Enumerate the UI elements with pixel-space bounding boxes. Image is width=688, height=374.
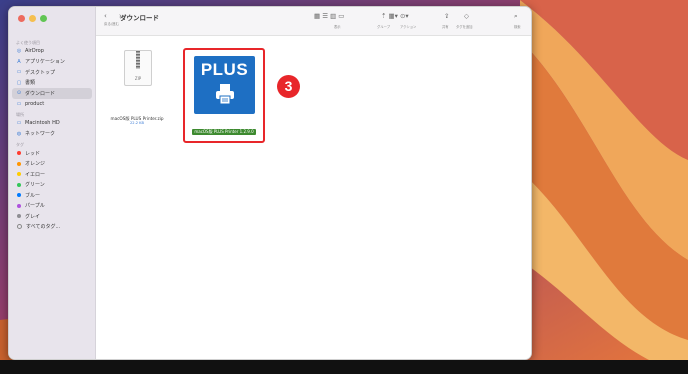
window-title: ダウンロード xyxy=(120,14,159,22)
sidebar-item-label: product xyxy=(25,100,45,107)
sidebar-item-disk[interactable]: ▭ Macintosh HD xyxy=(9,118,95,129)
sidebar-list: よく使う項目 ◎ AirDrop A アプリケーション ▭ デスクトップ ▢ 書類 ⊙ ダウンロード… xyxy=(9,37,95,232)
download-icon: ⊙ xyxy=(16,90,22,97)
sidebar-tag-label: パープル xyxy=(25,203,45,210)
share-button[interactable]: ⇪ xyxy=(444,12,449,20)
sidebar-item-label: アプリケーション xyxy=(25,59,65,66)
tag-color-dot-icon xyxy=(17,172,21,177)
group-button[interactable]: ⇡ ▦▾ ⊙▾ xyxy=(381,12,409,20)
sidebar-tag-item[interactable]: グリーン xyxy=(9,180,95,191)
sidebar-item-label: Macintosh HD xyxy=(25,120,60,127)
sidebar-item-label: デスクトップ xyxy=(25,69,56,76)
sidebar-tag-item[interactable]: レッド xyxy=(9,148,95,159)
sidebar-tag-label: グリーン xyxy=(25,182,45,189)
tag-color-dot-icon xyxy=(17,224,22,230)
finder-sidebar: よく使う項目 ◎ AirDrop A アプリケーション ▭ デスクトップ ▢ 書類 ⊙ ダウンロード… xyxy=(9,7,96,359)
sidebar-tag-item[interactable]: すべてのタグ... xyxy=(9,222,95,233)
tag-color-dot-icon xyxy=(17,182,21,187)
sidebar-item-desktop[interactable]: ▭ デスクトップ xyxy=(9,67,95,78)
zip-file-item[interactable]: macOS版 PLUS Printer.zip 22.2 KB xyxy=(110,116,164,126)
step-number-badge: 3 xyxy=(277,75,300,98)
back-forward-label: 戻る/進む xyxy=(104,22,120,26)
finder-toolbar: ‹ › 戻る/進む ダウンロード ▦ ☰ ▥ ▭ 表示 ⇡ ▦▾ ⊙▾ グループ… xyxy=(96,7,531,36)
tag-color-dot-icon xyxy=(17,151,21,156)
zip-kind-label: ZIP xyxy=(134,76,142,81)
zipper-graphic xyxy=(136,51,140,69)
zip-file-size: 22.2 KB xyxy=(130,121,144,125)
sidebar-tag-label: ブルー xyxy=(25,192,41,199)
search-label: 検索 xyxy=(514,25,521,29)
sidebar-item-label: 書類 xyxy=(25,80,36,87)
tag-color-dot-icon xyxy=(17,214,21,219)
tag-icon[interactable]: ◇ xyxy=(464,12,469,20)
sidebar-item-airdrop[interactable]: ◎ AirDrop xyxy=(9,46,95,57)
sidebar-item-applications[interactable]: A アプリケーション xyxy=(9,57,95,68)
desktop-icon: ▭ xyxy=(16,69,22,76)
sidebar-item-download[interactable]: ⊙ ダウンロード xyxy=(12,88,92,99)
finder-window: よく使う項目 ◎ AirDrop A アプリケーション ▭ デスクトップ ▢ 書類 ⊙ ダウンロード… xyxy=(8,6,532,360)
tag-color-dot-icon xyxy=(17,203,21,208)
tag-color-dot-icon xyxy=(17,193,21,198)
sidebar-tag-item[interactable]: グレイ xyxy=(9,211,95,222)
sidebar-item-label: ネットワーク xyxy=(25,131,56,138)
annotation-highlight-box xyxy=(183,48,265,143)
zip-file-icon[interactable]: ZIP xyxy=(124,50,152,86)
disk-icon: ▭ xyxy=(16,120,22,127)
sidebar-tag-item[interactable]: イエロー xyxy=(9,169,95,180)
action-label: アクション xyxy=(400,25,417,29)
applications-icon: A xyxy=(17,58,21,65)
sidebar-tag-item[interactable]: パープル xyxy=(9,201,95,212)
tag-label: タグを追加 xyxy=(456,25,473,29)
tag-color-dot-icon xyxy=(17,161,21,166)
airdrop-icon: ◎ xyxy=(16,48,22,55)
sidebar-item-label: AirDrop xyxy=(25,48,44,55)
sidebar-tag-label: オレンジ xyxy=(25,161,46,168)
sidebar-tag-label: レッド xyxy=(25,150,41,157)
window-controls xyxy=(18,15,47,22)
bottom-bar xyxy=(0,360,688,374)
sidebar-section-header: タグ xyxy=(16,142,24,147)
screenshot-frame: よく使う項目 ◎ AirDrop A アプリケーション ▭ デスクトップ ▢ 書類 ⊙ ダウンロード… xyxy=(0,0,688,374)
zoom-button[interactable] xyxy=(40,15,47,22)
sidebar-item-folder[interactable]: ▭ product xyxy=(9,99,95,110)
sidebar-section-header: 場所 xyxy=(16,112,24,117)
sidebar-item-network[interactable]: ◍ ネットワーク xyxy=(9,129,95,140)
view-label: 表示 xyxy=(334,25,341,29)
view-mode-buttons[interactable]: ▦ ☰ ▥ ▭ xyxy=(314,12,344,20)
sidebar-section-header: よく使う項目 xyxy=(16,40,40,45)
sidebar-item-label: ダウンロード xyxy=(25,90,56,97)
share-label: 共有 xyxy=(442,25,449,29)
sidebar-tag-label: すべてのタグ... xyxy=(26,224,61,231)
network-icon: ◍ xyxy=(16,130,22,137)
minimize-button[interactable] xyxy=(29,15,36,22)
sidebar-tag-item[interactable]: オレンジ xyxy=(9,159,95,170)
close-button[interactable] xyxy=(18,15,25,22)
folder-icon: ▭ xyxy=(16,100,22,107)
search-icon[interactable]: ⌕ xyxy=(514,12,518,21)
sidebar-tag-item[interactable]: ブルー xyxy=(9,190,95,201)
sidebar-tag-label: イエロー xyxy=(25,171,45,178)
group-label: グループ xyxy=(377,25,390,29)
sidebar-tag-label: グレイ xyxy=(25,213,41,220)
sidebar-item-document[interactable]: ▢ 書類 xyxy=(9,78,95,89)
file-list-area xyxy=(96,36,531,359)
document-icon: ▢ xyxy=(16,79,22,86)
